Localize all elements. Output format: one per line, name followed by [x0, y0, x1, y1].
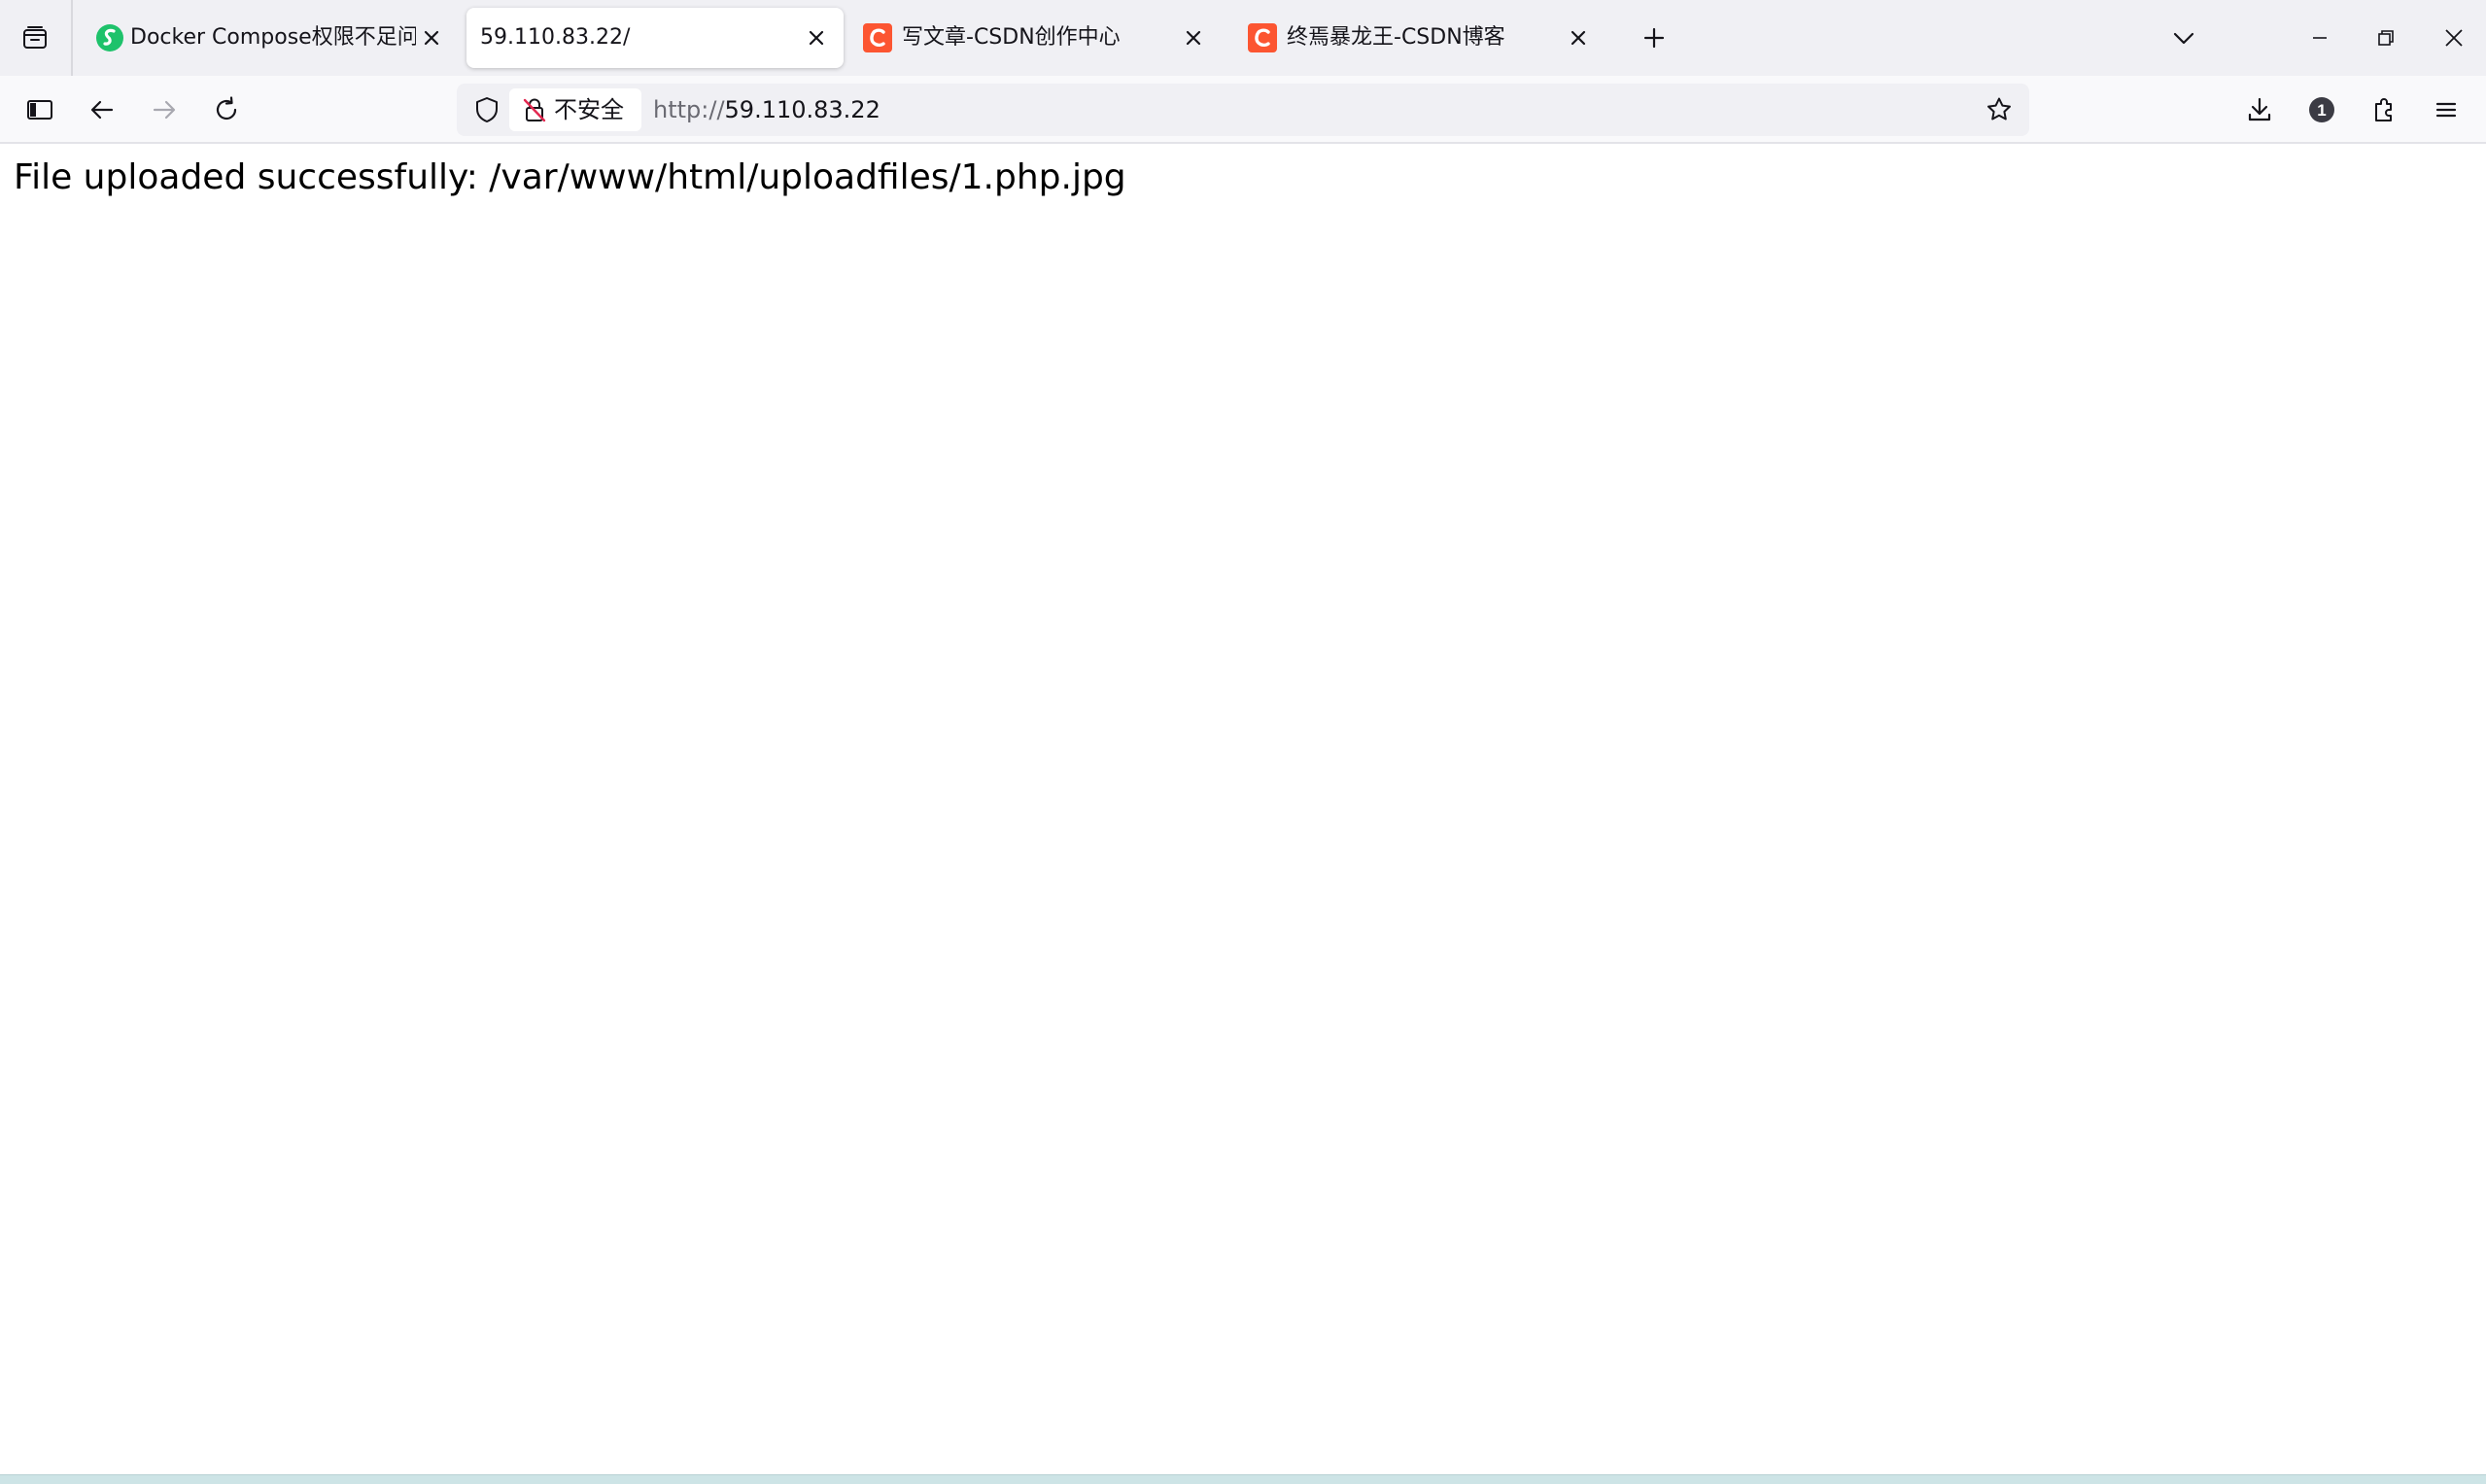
url-scheme: http://: [653, 96, 725, 123]
list-all-tabs-button[interactable]: [2165, 19, 2202, 56]
tab-current-page[interactable]: 59.110.83.22/: [466, 8, 844, 68]
tab-strip: Docker Compose权限不足问题 59.110.83.22/ 写文章-C…: [0, 0, 2486, 76]
extensions-button[interactable]: [2362, 87, 2406, 132]
page-content: File uploaded successfully: /var/www/htm…: [0, 144, 2486, 1474]
minimize-icon: [2313, 37, 2327, 39]
extension-badge-number: 1: [2317, 101, 2326, 120]
upload-status-message: File uploaded successfully: /var/www/htm…: [14, 157, 1126, 197]
firefox-view-button[interactable]: [0, 0, 70, 76]
close-icon: [809, 30, 824, 46]
connection-not-secure-button[interactable]: 不安全: [509, 88, 641, 131]
new-tab-button[interactable]: [1636, 19, 1673, 56]
sidebar-toggle-button[interactable]: [17, 87, 62, 132]
one-password-icon: 1: [2309, 97, 2334, 122]
downloads-button[interactable]: [2237, 87, 2282, 132]
close-icon: [424, 30, 439, 46]
reload-button[interactable]: [204, 87, 249, 132]
close-icon: [2445, 29, 2463, 47]
taskbar-edge: [0, 1474, 2486, 1484]
window-close-button[interactable]: [2430, 14, 2478, 62]
sidebar-icon: [27, 100, 52, 120]
insecure-lock-icon: [523, 98, 546, 122]
not-secure-label: 不安全: [554, 96, 624, 123]
restore-button[interactable]: [2362, 14, 2410, 62]
tracking-protection-button[interactable]: [465, 87, 509, 132]
arrow-left-icon: [90, 100, 114, 120]
green-s-favicon-icon: [96, 24, 123, 52]
tab-close-button[interactable]: [1178, 22, 1209, 53]
plus-icon: [1643, 27, 1665, 49]
csdn-favicon-icon: [863, 23, 892, 52]
tab-csdn-write[interactable]: 写文章-CSDN创作中心: [847, 8, 1225, 68]
bookmark-button[interactable]: [1977, 87, 2021, 132]
reload-icon: [216, 96, 237, 121]
password-manager-extension-button[interactable]: 1: [2299, 87, 2344, 132]
minimize-button[interactable]: [2296, 14, 2344, 62]
download-icon: [2248, 97, 2271, 121]
tab-docker-compose[interactable]: Docker Compose权限不足问题: [78, 8, 457, 68]
arrow-right-icon: [153, 100, 176, 120]
tabstrip-separator: [71, 0, 73, 76]
firefox-view-icon: [23, 26, 47, 49]
tab-close-button[interactable]: [416, 22, 447, 53]
tab-title: Docker Compose权限不足问题: [130, 25, 416, 50]
tab-title: 终焉暴龙王-CSDN博客: [1287, 25, 1505, 50]
tab-close-button[interactable]: [801, 22, 832, 53]
close-icon: [1186, 30, 1201, 46]
chevron-down-icon: [2173, 32, 2194, 45]
csdn-favicon-icon: [1248, 23, 1277, 52]
star-icon: [1987, 97, 2011, 121]
puzzle-piece-icon: [2375, 98, 2392, 121]
navigation-toolbar: 不安全 http://59.110.83.22 1: [0, 76, 2486, 144]
shield-icon: [476, 97, 498, 122]
tab-title: 写文章-CSDN创作中心: [902, 25, 1121, 50]
restore-icon: [2378, 30, 2394, 46]
browser-window: Docker Compose权限不足问题 59.110.83.22/ 写文章-C…: [0, 0, 2486, 1484]
url-input[interactable]: http://59.110.83.22: [653, 84, 880, 136]
tab-close-button[interactable]: [1563, 22, 1594, 53]
hamburger-menu-icon: [2435, 102, 2457, 118]
close-icon: [1571, 30, 1586, 46]
url-host: 59.110.83.22: [724, 96, 880, 123]
forward-button[interactable]: [142, 87, 187, 132]
url-bar[interactable]: 不安全 http://59.110.83.22: [457, 84, 2029, 136]
tab-csdn-blog[interactable]: 终焉暴龙王-CSDN博客: [1232, 8, 1609, 68]
tab-title: 59.110.83.22/: [480, 25, 631, 50]
app-menu-button[interactable]: [2424, 87, 2469, 132]
back-button[interactable]: [80, 87, 124, 132]
